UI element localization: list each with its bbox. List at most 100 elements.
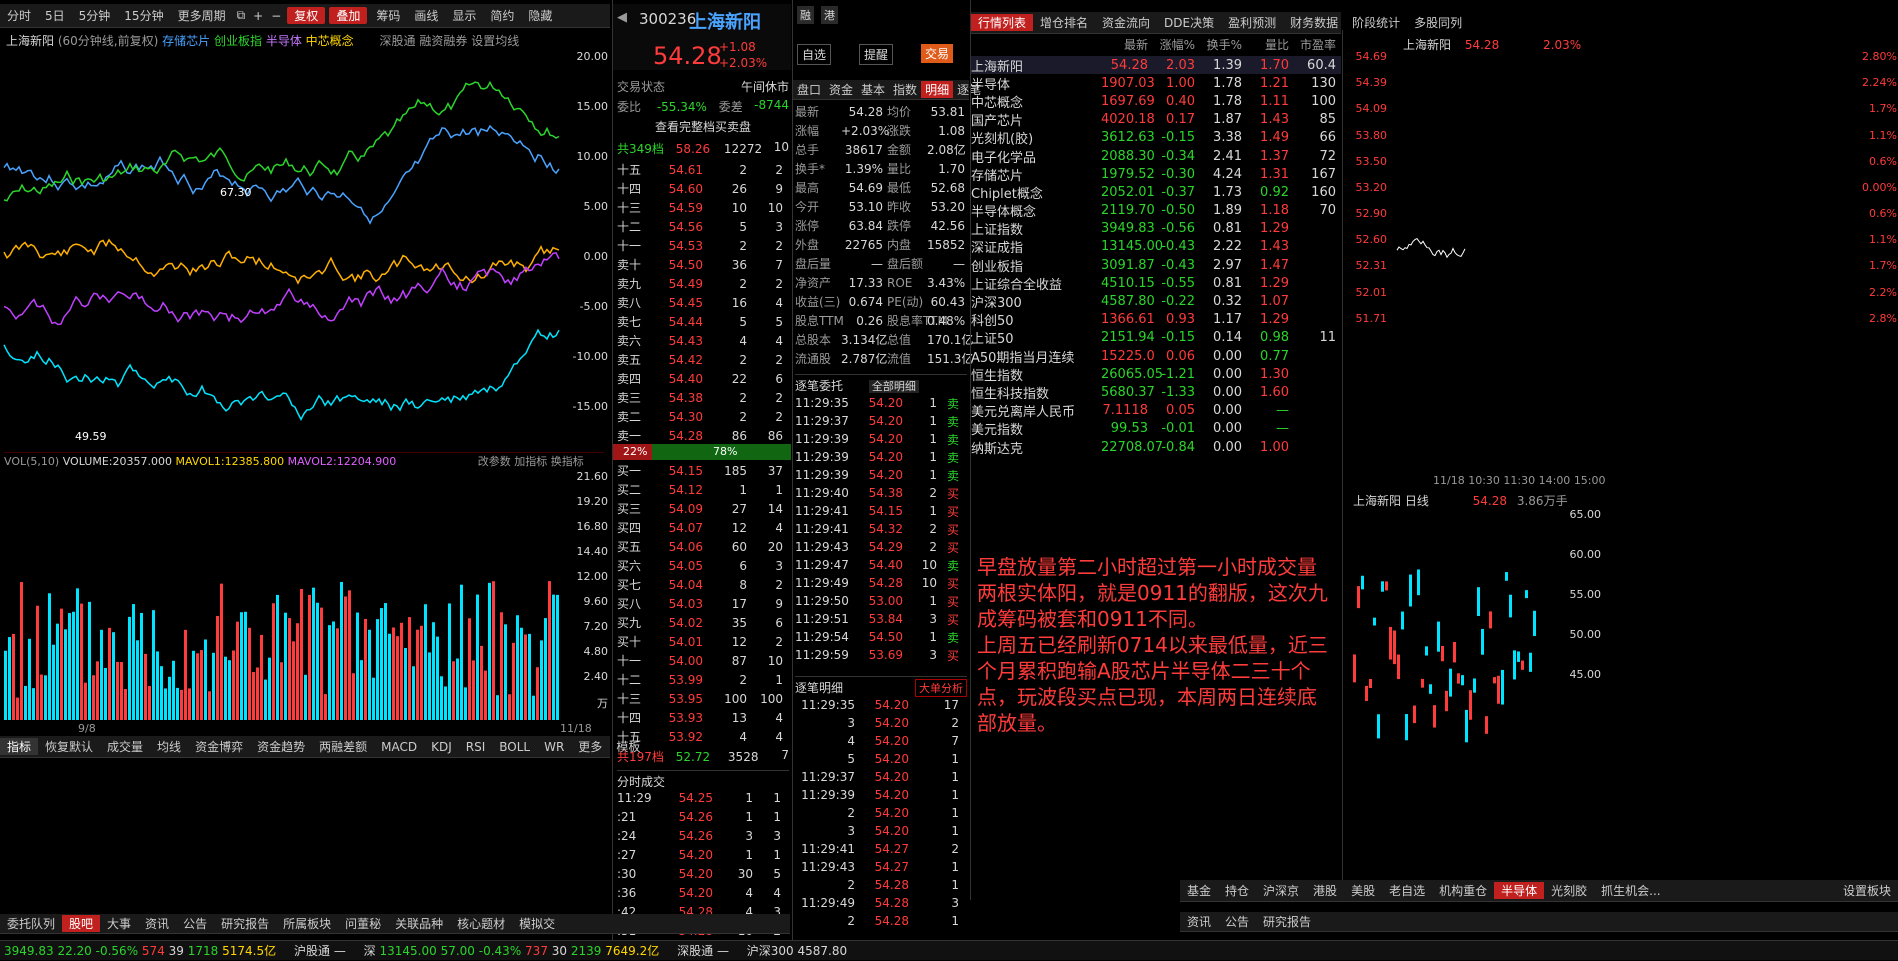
stat-tab[interactable]: 基本 [857, 81, 889, 98]
tab-ma[interactable]: 均线 [150, 738, 188, 755]
bottom-tab[interactable]: 资讯 [138, 915, 176, 932]
market-row[interactable]: 深证成指 13145.00 -0.43 2.22 1.43 [971, 238, 1341, 256]
market-row[interactable]: 美元指数 99.53 -0.01 0.00 — [971, 420, 1341, 438]
market-row[interactable]: 上海新阳 54.28 2.03 1.39 1.70 60.4 [971, 56, 1341, 75]
market-col[interactable]: 换手% [1195, 36, 1242, 53]
market-tab[interactable]: 多股同列 [1407, 14, 1469, 31]
market-col[interactable]: 最新 [1101, 36, 1148, 53]
market-row[interactable]: 电子化学品 2088.30 -0.34 2.41 1.37 72 [971, 147, 1341, 166]
bottom-tab[interactable]: 所属板块 [276, 915, 338, 932]
tab-margin[interactable]: 两融差额 [312, 738, 374, 755]
watchlist-button[interactable]: 自选 [797, 44, 832, 65]
bottom-tab[interactable]: 关联品种 [388, 915, 450, 932]
market-row[interactable]: 恒生科技指数 5680.37 -1.33 0.00 1.60 [971, 383, 1341, 402]
tab-volume[interactable]: 成交量 [100, 738, 150, 755]
overlay-gem[interactable]: 创业板指 [214, 34, 262, 48]
link-margin[interactable]: 融资融券 [419, 34, 467, 48]
stat-tab[interactable]: 指数 [889, 81, 921, 98]
market-row[interactable]: 半导体概念 2119.70 -0.50 1.89 1.18 70 [971, 202, 1341, 220]
period-tab[interactable]: 更多周期 [171, 7, 233, 24]
tab-fund-trend[interactable]: 资金趋势 [250, 738, 312, 755]
bottom-tab[interactable]: 问董秘 [338, 915, 388, 932]
market-row[interactable]: 美元兑离岸人民币 7.1118 0.05 0.00 — [971, 402, 1341, 420]
board-tab[interactable]: 基金 [1180, 882, 1218, 899]
change-param[interactable]: 改参数 [478, 455, 511, 468]
period-tab[interactable]: 5日 [38, 7, 72, 24]
prev-stock-icon[interactable]: ◀ [617, 10, 627, 25]
overlay-semi[interactable]: 半导体 [266, 34, 302, 48]
market-tab[interactable]: 阶段统计 [1345, 14, 1407, 31]
tab-wr[interactable]: WR [537, 740, 571, 754]
market-row[interactable]: 恒生指数 26065.05 -1.21 0.00 1.30 [971, 365, 1341, 384]
board-tab[interactable]: 半导体 [1494, 882, 1545, 899]
tab-more[interactable]: 更多 [571, 738, 609, 755]
board-tab[interactable]: 持仓 [1218, 882, 1256, 899]
simple-button[interactable]: 简约 [483, 7, 521, 24]
period-tab[interactable]: 15分钟 [117, 7, 170, 24]
board-settings[interactable]: 设置板块 [1836, 882, 1898, 899]
market-row[interactable]: 中芯概念 1697.69 0.40 1.78 1.11 100 [971, 92, 1341, 111]
period-tab[interactable]: 5分钟 [72, 7, 118, 24]
sub-announce[interactable]: 公告 [1218, 913, 1256, 930]
tab-kdj[interactable]: KDJ [424, 740, 459, 754]
market-row[interactable]: 上证50 2151.94 -0.15 0.14 0.98 11 [971, 329, 1341, 347]
sub-report[interactable]: 研究报告 [1256, 913, 1318, 930]
zhubi-filter[interactable]: 全部明细 [868, 380, 919, 393]
bottom-tab[interactable]: 模拟交 [512, 915, 562, 932]
market-tab[interactable]: 资金流向 [1095, 14, 1157, 31]
plus-icon[interactable]: + [249, 9, 267, 23]
bottom-tab[interactable]: 公告 [176, 915, 214, 932]
price-chart[interactable] [0, 50, 610, 450]
overlay-button[interactable]: 叠加 [329, 7, 368, 24]
minus-icon[interactable]: − [267, 9, 285, 23]
board-tab[interactable]: 美股 [1344, 882, 1382, 899]
period-tab[interactable]: 分时 [0, 7, 38, 24]
mini2-chart[interactable] [1347, 508, 1547, 878]
market-row[interactable]: 存储芯片 1979.52 -0.30 4.24 1.31 167 [971, 165, 1341, 184]
market-row[interactable]: 光刻机(胶) 3612.63 -0.15 3.38 1.49 66 [971, 129, 1341, 147]
overlay-storage[interactable]: 存储芯片 [162, 34, 210, 48]
board-tab[interactable]: 老自选 [1382, 882, 1432, 899]
tab-rsi[interactable]: RSI [459, 740, 493, 754]
mini1-chart[interactable] [1347, 50, 1547, 470]
bottom-tab[interactable]: 核心题材 [450, 915, 512, 932]
market-row[interactable]: 国产芯片 4020.18 0.17 1.87 1.43 85 [971, 111, 1341, 129]
tab-fund-game[interactable]: 资金博弈 [188, 738, 250, 755]
market-tab[interactable]: 财务数据 [1283, 14, 1345, 31]
link-sgt[interactable]: 深股通 [380, 34, 416, 48]
market-col[interactable]: 市盈率 [1289, 36, 1336, 53]
fuquan-button[interactable]: 复权 [287, 7, 326, 24]
bottom-tab[interactable]: 大事 [100, 915, 138, 932]
bottom-tab[interactable]: 股吧 [62, 915, 101, 932]
trade-button[interactable]: 交易 [921, 44, 954, 63]
board-tab[interactable]: 沪深京 [1256, 882, 1306, 899]
stat-tab[interactable]: 资金 [825, 81, 857, 98]
market-row[interactable]: 上证指数 3949.83 -0.56 0.81 1.29 [971, 220, 1341, 238]
link-ma[interactable]: 设置均线 [471, 34, 519, 48]
market-row[interactable]: 创业板指 3091.87 -0.43 2.97 1.47 [971, 256, 1341, 275]
hide-button[interactable]: 隐藏 [521, 7, 559, 24]
display-button[interactable]: 显示 [445, 7, 483, 24]
market-row[interactable]: A50期指当月连续 15225.0 0.06 0.00 0.77 [971, 347, 1341, 366]
market-tab[interactable]: 增仓排名 [1033, 14, 1095, 31]
market-row[interactable]: 科创50 1366.61 0.93 1.17 1.29 [971, 311, 1341, 329]
market-col[interactable]: 量比 [1242, 36, 1289, 53]
grid-icon[interactable]: ⧉ [233, 8, 250, 23]
swap-indicator[interactable]: 换指标 [551, 455, 584, 468]
chips-button[interactable]: 筹码 [369, 7, 407, 24]
bottom-tab[interactable]: 委托队列 [0, 915, 62, 932]
market-row[interactable]: 纳斯达克 22708.07 -0.84 0.00 1.00 [971, 438, 1341, 457]
board-tab[interactable]: 机构重仓 [1432, 882, 1494, 899]
board-tab[interactable]: 港股 [1306, 882, 1344, 899]
big-order-button[interactable]: 大单分析 [915, 679, 967, 697]
tab-default[interactable]: 恢复默认 [38, 738, 100, 755]
board-tab[interactable]: 光刻胶 [1544, 882, 1594, 899]
stat-tab[interactable]: 明细 [921, 81, 954, 98]
draw-button[interactable]: 画线 [407, 7, 445, 24]
market-col[interactable]: 涨幅% [1148, 36, 1195, 53]
add-indicator[interactable]: 加指标 [514, 455, 547, 468]
market-tab[interactable]: DDE决策 [1157, 14, 1221, 31]
bottom-tab[interactable]: 研究报告 [214, 915, 276, 932]
alert-button[interactable]: 提醒 [859, 44, 894, 65]
stat-tab[interactable]: 盘口 [793, 81, 825, 98]
